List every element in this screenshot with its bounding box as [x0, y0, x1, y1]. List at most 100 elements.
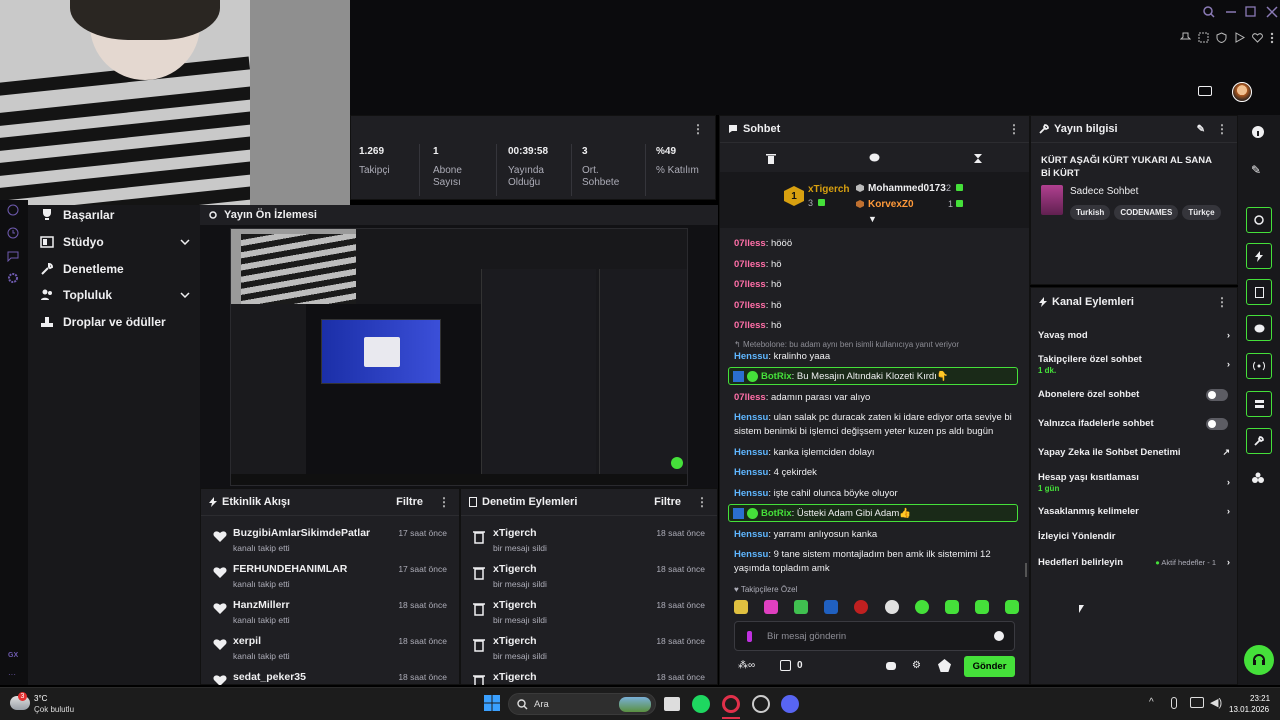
emote-icon[interactable] [974, 600, 989, 614]
moderation-toggle-button[interactable] [1246, 279, 1272, 305]
display-icon[interactable] [1190, 697, 1204, 708]
minimize-icon[interactable] [1225, 6, 1239, 20]
activity-filter-button[interactable]: Filtre [396, 496, 423, 508]
chat-message: Henssu: kanka işlemciden dolayı [734, 447, 875, 458]
stats-toggle-button[interactable] [1246, 391, 1272, 417]
history-icon[interactable] [7, 204, 20, 217]
hourglass-icon[interactable] [973, 153, 983, 164]
spotify-icon[interactable] [692, 695, 710, 713]
heart-icon[interactable] [1252, 32, 1266, 46]
chat-bubble-icon[interactable] [7, 250, 20, 263]
emoji-icon[interactable] [994, 631, 1004, 641]
nav-item-drops[interactable]: Droplar ve ödüller [40, 315, 190, 329]
chat-bubble-icon[interactable] [886, 662, 896, 670]
verified-icon [747, 507, 758, 519]
action-subscribers-only[interactable]: Abonelere özel sohbet [1038, 389, 1230, 401]
avatar[interactable] [1232, 82, 1252, 102]
emote-icon[interactable] [914, 600, 929, 614]
more-vertical-icon[interactable]: ⋮ [437, 495, 451, 509]
toggle-switch[interactable] [1206, 389, 1228, 401]
emote-icon[interactable] [764, 600, 779, 614]
gift-icon[interactable] [780, 660, 791, 671]
emote-icon[interactable] [854, 600, 869, 614]
more-vertical-icon[interactable] [1270, 32, 1280, 46]
trash-icon[interactable] [766, 153, 777, 164]
gear-icon[interactable]: ⚙ [912, 660, 921, 671]
category-thumbnail[interactable] [1041, 185, 1063, 215]
task-view-icon[interactable] [664, 697, 680, 711]
pin-icon[interactable] [1180, 32, 1194, 46]
tag[interactable]: Türkçe [1182, 205, 1221, 220]
moderation-filter-button[interactable]: Filtre [654, 496, 681, 508]
help-button[interactable] [1244, 645, 1274, 675]
steam-icon[interactable] [752, 695, 770, 713]
action-ai-moderation[interactable]: Yapay Zeka ile Sohbet Denetimi ↗ [1038, 447, 1230, 458]
emote-icon[interactable] [1004, 600, 1019, 614]
info-toggle-button[interactable] [1246, 428, 1272, 454]
toggle-switch[interactable] [1206, 418, 1228, 430]
taskbar-search[interactable]: Ara [508, 693, 656, 715]
community-icon[interactable] [1251, 472, 1267, 488]
action-raid[interactable]: İzleyici Yönlendir [1038, 531, 1230, 542]
activity-toggle-button[interactable] [1246, 243, 1272, 269]
chat-toggle-button[interactable] [1246, 315, 1272, 341]
mic-icon[interactable] [747, 631, 752, 642]
clock-icon[interactable] [7, 227, 20, 240]
emote-icon[interactable] [824, 600, 839, 614]
play-icon[interactable] [1234, 32, 1248, 46]
emote-icon[interactable] [734, 600, 748, 614]
maximize-icon[interactable] [1245, 6, 1259, 20]
tag[interactable]: CODENAMES [1114, 205, 1179, 220]
discord-icon[interactable] [781, 695, 799, 713]
chat-scrollbar[interactable] [1025, 563, 1027, 577]
more-vertical-icon[interactable]: ⋮ [1007, 122, 1021, 136]
nav-item-community[interactable]: Topluluk [40, 288, 190, 302]
more-vertical-icon[interactable]: ⋮ [1215, 122, 1229, 136]
category-name[interactable]: Sadece Sohbet [1070, 186, 1138, 197]
edit-icon[interactable]: ✎ [1251, 163, 1267, 179]
theatre-mode-icon[interactable] [1198, 86, 1212, 96]
settings-icon[interactable] [7, 272, 20, 285]
emote-icon[interactable] [884, 600, 899, 614]
action-followers-only[interactable]: Takipçilere özel sohbet 1 dk. › [1038, 354, 1230, 375]
action-banned-words[interactable]: Yasaklanmış kelimeler › [1038, 506, 1230, 517]
more-vertical-icon[interactable]: ⋮ [691, 122, 705, 136]
emote-icon[interactable] [794, 600, 809, 614]
info-icon[interactable] [1251, 125, 1267, 141]
action-account-age[interactable]: Hesap yaşı kısıtlaması 1 gün › [1038, 472, 1230, 493]
activity-feed-panel: Etkinlik Akışı Filtre ⋮ BuzgibiAmlarSiki… [200, 488, 460, 685]
broadcast-toggle-button[interactable] [1246, 353, 1272, 379]
preview-toggle-button[interactable] [1246, 207, 1272, 233]
chat-input[interactable]: Bir mesaj gönderin [734, 621, 1015, 651]
chat-bubble-icon[interactable] [869, 153, 880, 163]
opera-gx-icon[interactable] [722, 695, 740, 713]
search-icon[interactable] [1203, 6, 1217, 20]
capture-icon[interactable] [1198, 32, 1212, 46]
more-vertical-icon[interactable]: ⋮ [695, 495, 709, 509]
shield-icon[interactable] [1216, 32, 1230, 46]
nav-item-achievements[interactable]: Başarılar [40, 208, 190, 222]
more-vertical-icon[interactable]: ⋮ [1215, 295, 1229, 309]
edit-icon[interactable]: ✎ [1197, 124, 1205, 135]
chevron-up-icon[interactable]: ^ [1149, 697, 1154, 708]
send-button[interactable]: Gönder [964, 656, 1015, 677]
windows-start-icon[interactable] [484, 695, 502, 713]
stream-info-panel: Yayın bilgisi ✎ ⋮ KÜRT AŞAĞI KÜRT YUKARI… [1030, 115, 1238, 285]
activity-feed-title: Etkinlik Akışı [222, 496, 291, 508]
close-icon[interactable] [1266, 6, 1280, 20]
emote-icon[interactable] [944, 600, 959, 614]
action-emote-only[interactable]: Yalnızca ifadelerle sohbet [1038, 418, 1230, 430]
tag[interactable]: Turkish [1070, 205, 1111, 220]
stream-preview-video[interactable] [230, 228, 688, 486]
more-icon[interactable]: ··· [8, 670, 16, 679]
mic-icon[interactable] [1171, 697, 1177, 709]
chevron-down-icon [180, 239, 190, 245]
nav-item-moderation[interactable]: Denetleme [40, 262, 190, 276]
nav-item-studio[interactable]: Stüdyo [40, 235, 190, 249]
action-slow-mode[interactable]: Yavaş mod › [1038, 330, 1230, 341]
expand-icon[interactable]: ▼ [868, 214, 877, 224]
community-icon[interactable]: ⁂∞ [738, 660, 755, 671]
badge-icon[interactable] [938, 659, 951, 672]
speaker-icon[interactable]: ◀) [1210, 696, 1222, 709]
action-goals[interactable]: Hedefleri belirleyin ● Aktif hedefler - … [1038, 557, 1230, 568]
